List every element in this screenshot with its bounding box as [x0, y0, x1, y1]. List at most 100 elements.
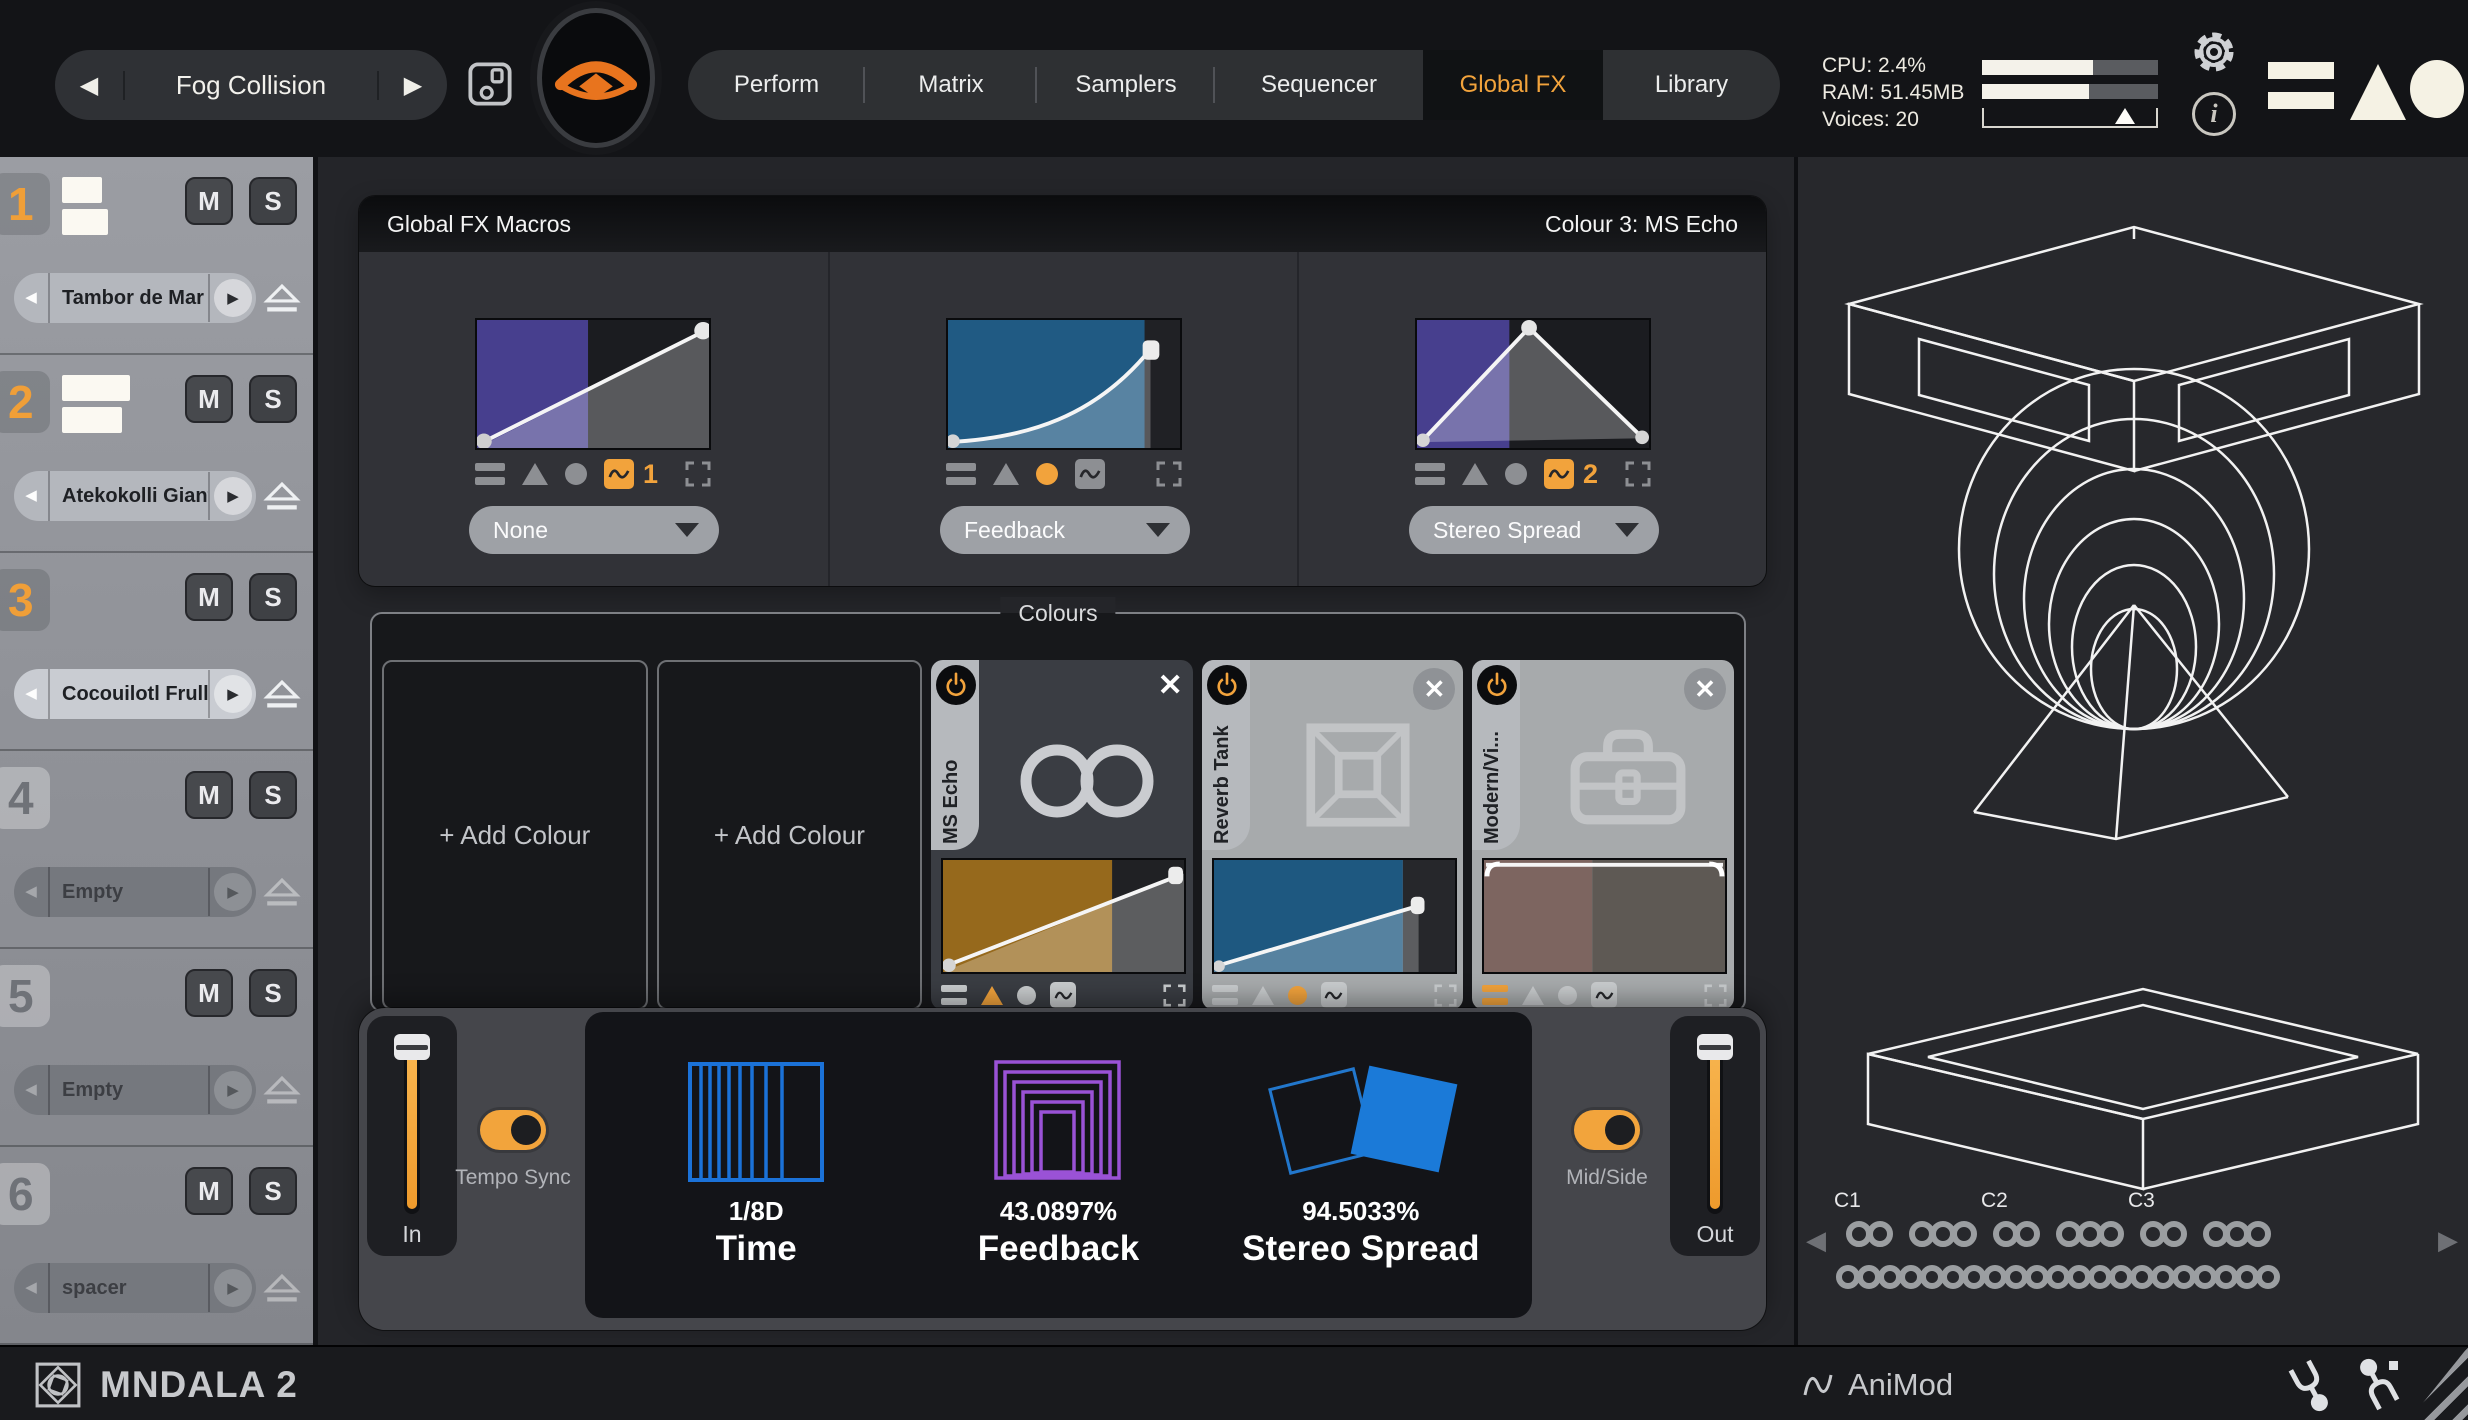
- close-icon[interactable]: ✕: [1158, 668, 1183, 703]
- key-dot[interactable]: [2245, 1221, 2271, 1247]
- triangle-shape-icon[interactable]: [1252, 986, 1274, 1005]
- out-fader-handle[interactable]: [1697, 1034, 1733, 1060]
- master-slider[interactable]: [1982, 108, 2158, 128]
- sample-name[interactable]: Empty: [50, 868, 210, 916]
- eject-icon[interactable]: [263, 679, 301, 713]
- eject-icon[interactable]: [263, 877, 301, 911]
- next-sample-icon[interactable]: ▶: [214, 1071, 252, 1109]
- channel-number[interactable]: 6: [0, 1163, 50, 1225]
- sample-name[interactable]: Empty: [50, 1066, 210, 1114]
- eject-icon[interactable]: [263, 283, 301, 317]
- solo-button[interactable]: S: [249, 375, 297, 423]
- sample-name[interactable]: spacer: [50, 1264, 210, 1312]
- prev-sample-icon[interactable]: ◀: [14, 669, 50, 719]
- tab-sequencer[interactable]: Sequencer: [1215, 50, 1423, 120]
- tab-perform[interactable]: Perform: [688, 50, 865, 120]
- lfo-wave-icon[interactable]: [1591, 982, 1617, 1008]
- save-icon[interactable]: [466, 60, 514, 108]
- prev-sample-icon[interactable]: ◀: [14, 867, 50, 917]
- eject-icon[interactable]: [263, 1273, 301, 1307]
- menu-bars-icon[interactable]: [941, 985, 967, 1005]
- key-dots[interactable]: C1C2C3: [1836, 1189, 2436, 1309]
- expand-icon[interactable]: [685, 461, 711, 487]
- circle-shape-icon[interactable]: [1558, 986, 1577, 1005]
- solo-button[interactable]: S: [249, 573, 297, 621]
- stereo-squares-icon[interactable]: [1263, 1012, 1459, 1184]
- colour-card-reverb-tank[interactable]: Reverb Tank ✕: [1202, 660, 1464, 1010]
- expand-icon[interactable]: [1704, 984, 1727, 1007]
- tab-global-fx[interactable]: Global FX: [1423, 50, 1603, 120]
- sample-name[interactable]: Tambor de Mar S...: [50, 274, 210, 322]
- circle-shape-icon[interactable]: [565, 463, 587, 485]
- colour-curve-display[interactable]: [941, 858, 1186, 974]
- colour-card-modern[interactable]: Modern/Vi... ✕: [1472, 660, 1734, 1010]
- colour-curve-display[interactable]: [1212, 858, 1457, 974]
- lfo-wave-icon[interactable]: [1075, 459, 1105, 489]
- preset-prev-icon[interactable]: ◀: [55, 71, 125, 100]
- triangle-shape-icon[interactable]: [993, 463, 1019, 485]
- circle-shape-icon[interactable]: [1288, 986, 1307, 1005]
- close-icon[interactable]: ✕: [1684, 668, 1726, 710]
- key-dot[interactable]: [1951, 1221, 1977, 1247]
- tab-samplers[interactable]: Samplers: [1037, 50, 1215, 120]
- key-dot[interactable]: [2014, 1221, 2040, 1247]
- menu-bars-icon[interactable]: [1415, 463, 1445, 485]
- circle-shape-icon[interactable]: [1017, 986, 1036, 1005]
- preset-name[interactable]: Fog Collision: [125, 70, 377, 101]
- prev-sample-icon[interactable]: ◀: [14, 471, 50, 521]
- macro-curve-display[interactable]: [946, 318, 1182, 450]
- keys-scroll-right-icon[interactable]: ▶: [2438, 1225, 2458, 1256]
- channel-number[interactable]: 4: [0, 767, 50, 829]
- macro-target-dropdown[interactable]: None: [469, 506, 719, 554]
- tempo-sync-toggle[interactable]: [480, 1110, 546, 1150]
- key-dot[interactable]: [2256, 1265, 2280, 1289]
- mute-button[interactable]: M: [185, 1167, 233, 1215]
- triangle-shape-icon[interactable]: [1462, 463, 1488, 485]
- channel-number[interactable]: 2: [0, 371, 50, 433]
- tuning-fork-icon[interactable]: [2288, 1357, 2332, 1413]
- tuning-fork-off-icon[interactable]: [2356, 1357, 2400, 1413]
- next-sample-icon[interactable]: ▶: [214, 1269, 252, 1307]
- lfo-wave-icon[interactable]: [1321, 982, 1347, 1008]
- channel-number[interactable]: 1: [0, 173, 50, 235]
- mute-button[interactable]: M: [185, 771, 233, 819]
- expand-icon[interactable]: [1163, 984, 1186, 1007]
- out-fader[interactable]: [1707, 1044, 1723, 1214]
- menu-bars-icon[interactable]: [946, 463, 976, 485]
- slider-thumb-icon[interactable]: [2115, 108, 2135, 124]
- next-sample-icon[interactable]: ▶: [214, 873, 252, 911]
- time-grid-icon[interactable]: [686, 1012, 826, 1184]
- circle-shape-icon[interactable]: [1505, 463, 1527, 485]
- triangle-shape-icon[interactable]: [522, 463, 548, 485]
- power-icon[interactable]: [1207, 665, 1247, 705]
- add-colour-slot-1[interactable]: + Add Colour: [382, 660, 648, 1010]
- mid-side-toggle[interactable]: [1574, 1110, 1640, 1150]
- menu-bars-icon[interactable]: [475, 463, 505, 485]
- in-fader-handle[interactable]: [394, 1034, 430, 1060]
- sample-name[interactable]: Atekokolli Giant S...: [50, 472, 210, 520]
- prev-sample-icon[interactable]: ◀: [14, 273, 50, 323]
- menu-bars-icon[interactable]: [1482, 985, 1508, 1005]
- prev-sample-icon[interactable]: ◀: [14, 1263, 50, 1313]
- colour-curve-display[interactable]: [1482, 858, 1727, 974]
- preset-next-icon[interactable]: ▶: [377, 71, 447, 100]
- key-dot[interactable]: [2098, 1221, 2124, 1247]
- solo-button[interactable]: S: [249, 177, 297, 225]
- settings-gear-icon[interactable]: [2190, 28, 2238, 76]
- colour-card-ms-echo[interactable]: MS Echo ✕: [931, 660, 1193, 1010]
- close-icon[interactable]: ✕: [1413, 668, 1455, 710]
- expand-icon[interactable]: [1434, 984, 1457, 1007]
- prev-sample-icon[interactable]: ◀: [14, 1065, 50, 1115]
- key-dot[interactable]: [2161, 1221, 2187, 1247]
- solo-button[interactable]: S: [249, 1167, 297, 1215]
- in-fader[interactable]: [404, 1044, 420, 1214]
- tab-matrix[interactable]: Matrix: [865, 50, 1037, 120]
- macro-target-dropdown[interactable]: Stereo Spread: [1409, 506, 1659, 554]
- solo-button[interactable]: S: [249, 771, 297, 819]
- triangle-shape-icon[interactable]: [981, 986, 1003, 1005]
- expand-icon[interactable]: [1625, 461, 1651, 487]
- next-sample-icon[interactable]: ▶: [214, 675, 252, 713]
- next-sample-icon[interactable]: ▶: [214, 477, 252, 515]
- mute-button[interactable]: M: [185, 375, 233, 423]
- triangle-shape-icon[interactable]: [1522, 986, 1544, 1005]
